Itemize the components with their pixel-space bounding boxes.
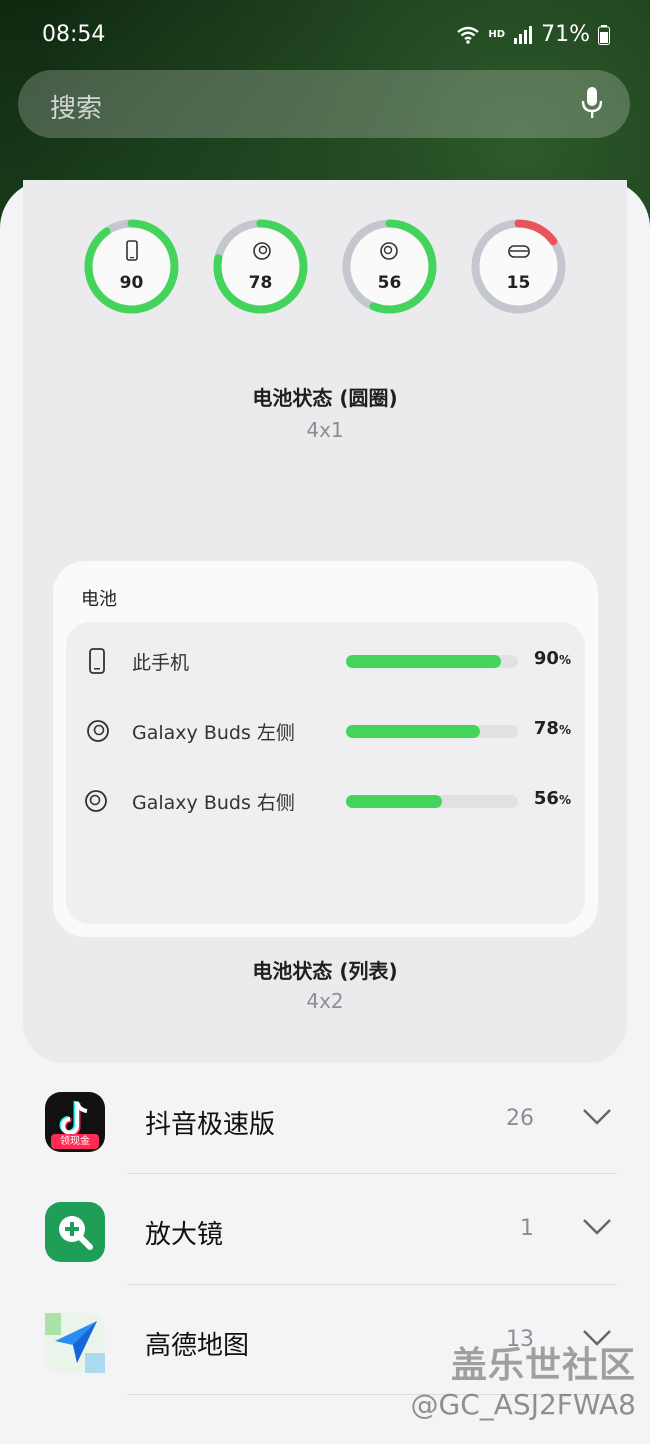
- status-bar: 08:54 HD 71%: [0, 0, 650, 70]
- ring-case: 15: [470, 218, 567, 315]
- amap-app-icon: [45, 1313, 105, 1373]
- mic-icon[interactable]: [580, 86, 604, 120]
- watermark-handle: @GC_ASJ2FWA8: [410, 1388, 636, 1421]
- item-label: Galaxy Buds 左侧: [132, 722, 295, 744]
- percent-value: 56: [533, 788, 559, 809]
- battery-circle-widget[interactable]: 90 78 56 15: [83, 218, 567, 315]
- percent-value: 90: [533, 648, 559, 669]
- battery-bar-fill: [346, 725, 481, 738]
- phone-icon: [126, 240, 138, 261]
- chevron-down-icon[interactable]: [582, 1218, 612, 1236]
- ring-graphic: [84, 219, 179, 314]
- percent-value: 78: [533, 718, 559, 739]
- widget-count: 1: [520, 1216, 534, 1241]
- app-name: 放大镜: [145, 1220, 224, 1250]
- bud-left-icon: [253, 242, 271, 260]
- signal-icon: [514, 25, 533, 44]
- chevron-down-icon[interactable]: [582, 1108, 612, 1126]
- zoom-in-icon: [59, 1216, 93, 1250]
- item-percent: 90%: [534, 648, 571, 669]
- case-icon: [508, 245, 530, 258]
- percent-unit: %: [558, 723, 571, 737]
- clock: 08:54: [42, 22, 106, 47]
- ring-phone: 90: [83, 218, 180, 315]
- battery-bar-fill: [346, 655, 501, 668]
- battery-list: 此手机 90% Galaxy Buds 左侧 78% Galaxy Buds 右…: [66, 622, 585, 924]
- ring-value: 90: [119, 273, 144, 293]
- bud-right-icon: [85, 790, 107, 812]
- navigation-arrow-icon: [45, 1313, 105, 1373]
- ring-graphic: [471, 219, 566, 314]
- bud-left-icon: [87, 720, 109, 742]
- ring-bud-right: 56: [341, 218, 438, 315]
- list-widget-header: 电池: [81, 589, 117, 610]
- status-icons: HD 71%: [456, 22, 610, 47]
- list-item: Galaxy Buds 左侧 78%: [66, 710, 585, 750]
- ring-value: 15: [506, 273, 531, 293]
- ring-value: 78: [248, 273, 273, 293]
- list-widget-title: 电池状态 (列表): [252, 959, 398, 983]
- battery-percent: 71%: [541, 22, 590, 47]
- list-item: 此手机 90%: [66, 640, 585, 680]
- battery-icon: [598, 24, 610, 45]
- item-percent: 56%: [534, 788, 571, 809]
- watermark-logo: 盖乐世社区: [450, 1345, 636, 1386]
- percent-unit: %: [558, 653, 571, 667]
- item-percent: 78%: [534, 718, 571, 739]
- ring-bud-left: 78: [212, 218, 309, 315]
- list-widget-size: 4x2: [306, 989, 344, 1013]
- battery-bar: [346, 795, 518, 808]
- app-name: 高德地图: [145, 1331, 250, 1361]
- list-item: Galaxy Buds 右侧 56%: [66, 780, 585, 820]
- battery-bar-fill: [346, 795, 443, 808]
- app-row-douyin[interactable]: 领现金 抖音极速版 26: [0, 1064, 650, 1174]
- battery-list-widget[interactable]: 电池 此手机 90% Galaxy Buds 左侧 78% Galaxy Bud…: [53, 561, 598, 937]
- widget-sheet: 90 78 56 15 电池状态 (圆圈) 4x1 电池 此手机 90% Gal…: [0, 180, 650, 1444]
- phone-icon: [89, 648, 105, 674]
- magnifier-app-icon: [45, 1202, 105, 1262]
- item-label: 此手机: [132, 652, 190, 674]
- percent-unit: %: [558, 793, 571, 807]
- battery-bar: [346, 725, 518, 738]
- ring-graphic: [213, 219, 308, 314]
- battery-widgets-group: 90 78 56 15 电池状态 (圆圈) 4x1 电池 此手机 90% Gal…: [23, 180, 627, 1063]
- wifi-icon: [457, 26, 480, 44]
- ring-graphic: [342, 219, 437, 314]
- app-name: 抖音极速版: [145, 1110, 276, 1140]
- item-label: Galaxy Buds 右侧: [132, 792, 295, 814]
- hd-label: HD: [488, 29, 506, 40]
- battery-bar: [346, 655, 518, 668]
- widget-count: 26: [506, 1106, 534, 1131]
- search-placeholder: 搜索: [50, 94, 103, 124]
- circle-widget-size: 4x1: [306, 418, 344, 442]
- circle-widget-title: 电池状态 (圆圈): [252, 386, 398, 410]
- app-row-magnifier[interactable]: 放大镜 1: [0, 1174, 650, 1284]
- ring-value: 56: [377, 273, 402, 293]
- search-bar[interactable]: 搜索: [18, 70, 630, 138]
- douyin-app-icon: 领现金: [45, 1092, 105, 1152]
- bud-right-icon: [380, 242, 398, 260]
- icon-badge: 领现金: [51, 1134, 99, 1149]
